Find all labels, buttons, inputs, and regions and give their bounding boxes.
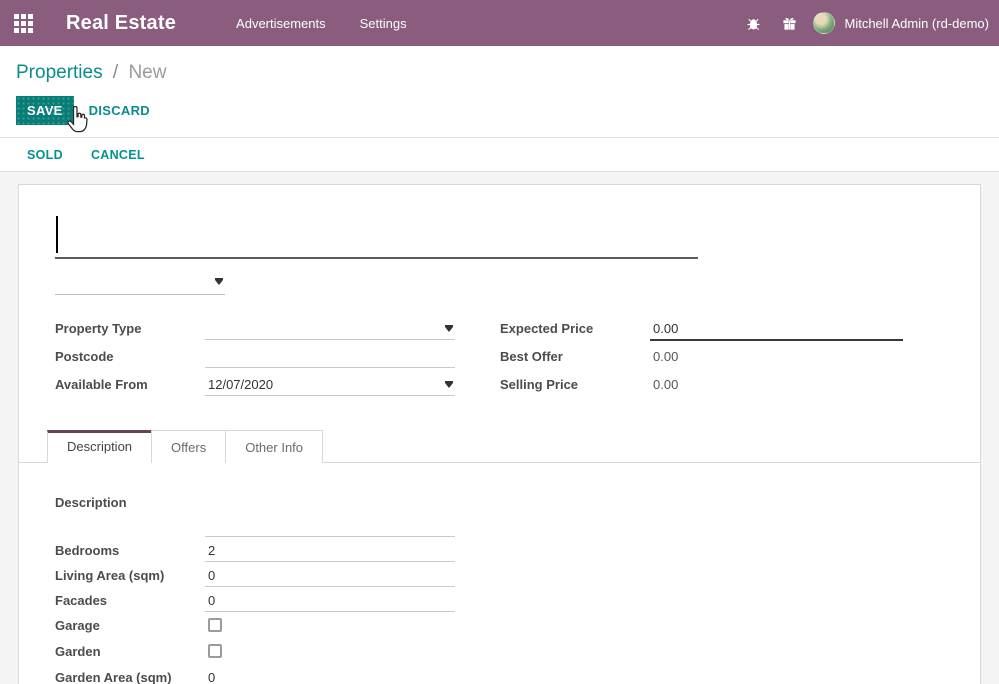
breadcrumb-separator: / [113,62,118,83]
menu-settings[interactable]: Settings [356,10,411,37]
property-tags-input[interactable] [55,269,225,295]
property-type-select[interactable] [205,316,455,340]
expected-price-label: Expected Price [500,316,650,336]
field-row: Best Offer 0.00 [500,344,903,371]
breadcrumb-properties-link[interactable]: Properties [16,62,103,83]
form-statusbar: SOLD CANCEL [0,138,999,172]
selling-price-value: 0.00 [650,372,903,396]
field-row: Garden Area (sqm) 0 [55,666,455,684]
left-field-group: Property Type Postcode Available From [55,316,455,400]
nav-menu: Advertisements Settings [232,10,411,37]
property-type-label: Property Type [55,316,205,336]
garden-area-label: Garden Area (sqm) [55,666,205,684]
field-row: Garden [55,640,455,665]
app-title: Real Estate [66,12,176,35]
garage-label: Garage [55,614,205,633]
living-area-input[interactable]: 0 [205,564,455,587]
field-row: Facades 0 [55,589,455,612]
best-offer-value: 0.00 [650,344,903,368]
bug-icon[interactable] [741,10,767,36]
facades-input[interactable]: 0 [205,589,455,612]
garage-checkbox[interactable] [208,618,222,632]
form-sheet: Property Type Postcode Available From [18,184,981,684]
best-offer-label: Best Offer [500,344,650,364]
postcode-input[interactable] [205,344,455,368]
bedrooms-label: Bedrooms [55,539,205,558]
notebook-tabs: Description Offers Other Info [19,430,980,463]
description-tab-pane: Description Bedrooms 2 Living Area (sqm)… [55,463,944,684]
available-from-datepicker[interactable]: 12/07/2020 [205,372,455,396]
gift-icon[interactable] [777,10,803,36]
discard-button[interactable]: DISCARD [89,103,150,118]
bedrooms-input[interactable]: 2 [205,539,455,562]
tab-description[interactable]: Description [47,430,152,463]
top-navbar: Real Estate Advertisements Settings Mitc… [0,0,999,46]
breadcrumb: Properties / New [16,60,983,86]
save-button[interactable]: SAVE [16,96,74,125]
chevron-down-icon [445,327,453,332]
form-view-background: Property Type Postcode Available From [0,172,999,684]
control-panel: Properties / New SAVE DISCARD [0,46,999,138]
garden-area-input[interactable]: 0 [205,666,455,684]
right-field-group: Expected Price 0.00 Best Offer 0.00 Sell… [500,316,903,400]
expected-price-input[interactable]: 0.00 [650,316,903,341]
breadcrumb-current: New [128,62,166,83]
tab-offers[interactable]: Offers [151,430,226,463]
save-button-label: SAVE [27,103,63,118]
garden-checkbox[interactable] [208,644,222,658]
apps-menu-button[interactable] [0,14,46,33]
control-panel-buttons: SAVE DISCARD [16,96,983,125]
user-avatar[interactable] [813,12,835,34]
field-row: Living Area (sqm) 0 [55,564,455,587]
tab-other-info[interactable]: Other Info [225,430,323,463]
selling-price-label: Selling Price [500,372,650,392]
garden-label: Garden [55,640,205,659]
property-title-input[interactable] [55,213,698,259]
field-row: Garage [55,614,455,639]
field-row: Postcode [55,344,455,371]
apps-grid-icon [14,14,33,33]
postcode-label: Postcode [55,344,205,364]
description-label: Description [55,491,205,510]
facades-label: Facades [55,589,205,608]
field-row: Property Type [55,316,455,343]
mouse-cursor-hand-icon [64,106,90,134]
description-textarea[interactable] [205,491,455,537]
field-row: Description [55,491,455,537]
living-area-label: Living Area (sqm) [55,564,205,583]
chevron-down-icon [215,280,223,285]
cancel-button[interactable]: CANCEL [91,148,145,162]
field-groups: Property Type Postcode Available From [55,316,944,400]
field-row: Expected Price 0.00 [500,316,903,343]
menu-advertisements[interactable]: Advertisements [232,10,330,37]
chevron-down-icon [445,383,453,388]
field-row: Selling Price 0.00 [500,372,903,399]
available-from-label: Available From [55,372,205,392]
navbar-right: Mitchell Admin (rd-demo) [741,10,990,36]
field-row: Bedrooms 2 [55,539,455,562]
text-cursor-caret [56,216,58,253]
user-menu[interactable]: Mitchell Admin (rd-demo) [845,16,990,31]
field-row: Available From 12/07/2020 [55,372,455,399]
sold-button[interactable]: SOLD [27,148,63,162]
